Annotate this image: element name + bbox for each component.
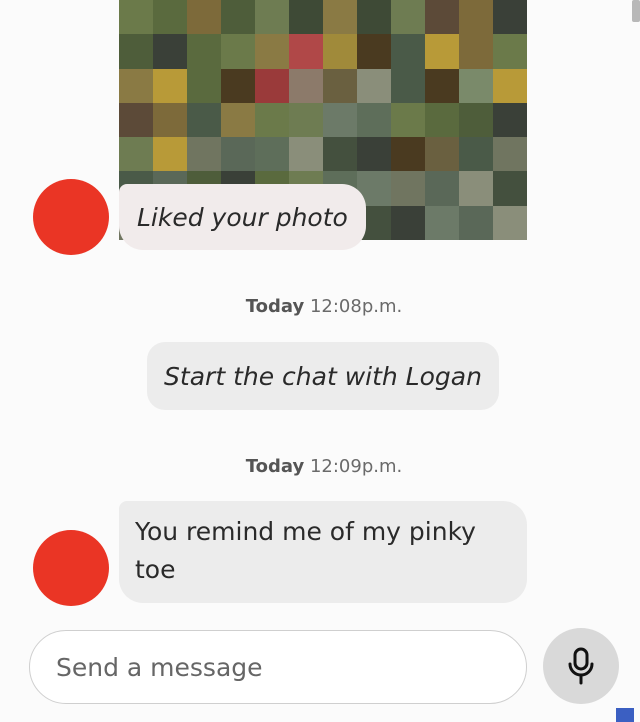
photo-pixel xyxy=(255,0,289,35)
photo-pixel xyxy=(357,34,391,69)
photo-pixel xyxy=(493,171,527,206)
photo-pixel xyxy=(391,0,425,35)
photo-pixel xyxy=(357,0,391,35)
timestamp: Today 12:08p.m. xyxy=(0,296,640,317)
message-composer xyxy=(29,630,527,704)
photo-pixel xyxy=(459,34,493,69)
corner-badge xyxy=(616,708,634,722)
photo-pixel xyxy=(255,137,289,172)
timestamp-day: Today xyxy=(245,456,305,477)
timestamp-time: 12:09p.m. xyxy=(309,456,403,477)
photo-pixel xyxy=(255,34,289,69)
photo-pixel xyxy=(323,102,357,138)
photo-pixel xyxy=(153,0,187,35)
photo-pixel xyxy=(187,34,221,69)
photo-pixel xyxy=(357,68,391,103)
photo-pixel xyxy=(425,102,459,138)
photo-pixel xyxy=(357,137,391,172)
photo-pixel xyxy=(221,102,255,138)
photo-pixel xyxy=(221,34,255,69)
photo-pixel xyxy=(425,137,459,172)
photo-pixel xyxy=(119,34,153,69)
avatar[interactable] xyxy=(33,179,109,255)
photo-pixel xyxy=(119,68,153,103)
photo-pixel xyxy=(323,34,357,69)
photo-pixel xyxy=(493,102,527,138)
photo-pixel xyxy=(391,205,425,240)
message-text-line: toe xyxy=(135,555,176,584)
photo-pixel xyxy=(391,102,425,138)
photo-pixel xyxy=(153,68,187,103)
photo-pixel xyxy=(425,0,459,35)
scroll-edge-indicator xyxy=(632,0,640,22)
photo-pixel xyxy=(459,171,493,206)
photo-pixel xyxy=(255,68,289,103)
avatar[interactable] xyxy=(33,530,109,606)
photo-pixel xyxy=(459,102,493,138)
system-message-text: Start the chat with Logan xyxy=(164,361,482,391)
photo-pixel xyxy=(323,0,357,35)
liked-photo-text: Liked your photo xyxy=(137,202,348,232)
photo-pixel xyxy=(323,137,357,172)
photo-pixel xyxy=(153,137,187,172)
microphone-icon xyxy=(568,647,594,685)
photo-pixel xyxy=(459,68,493,103)
timestamp-time: 12:08p.m. xyxy=(309,296,403,317)
photo-pixel xyxy=(493,0,527,35)
photo-pixel xyxy=(153,34,187,69)
voice-message-button[interactable] xyxy=(543,628,619,704)
photo-pixel xyxy=(289,0,323,35)
photo-pixel xyxy=(221,0,255,35)
photo-pixel xyxy=(391,34,425,69)
photo-pixel xyxy=(493,205,527,240)
photo-pixel xyxy=(493,137,527,172)
photo-pixel xyxy=(221,68,255,103)
chat-screen: Liked your photo Today 12:08p.m. Start t… xyxy=(0,0,640,722)
photo-pixel xyxy=(357,102,391,138)
photo-pixel xyxy=(255,102,289,138)
photo-pixel xyxy=(289,137,323,172)
message-text-line: You remind me of my pinky xyxy=(135,517,476,546)
photo-pixel xyxy=(289,102,323,138)
message-bubble: You remind me of my pinky toe xyxy=(119,501,527,603)
photo-pixel xyxy=(459,137,493,172)
timestamp: Today 12:09p.m. xyxy=(0,456,640,477)
photo-pixel xyxy=(459,205,493,240)
photo-pixel xyxy=(221,137,255,172)
photo-pixel xyxy=(187,102,221,138)
photo-pixel xyxy=(493,68,527,103)
photo-pixel xyxy=(119,102,153,138)
photo-pixel xyxy=(187,68,221,103)
timestamp-day: Today xyxy=(245,296,305,317)
photo-pixel xyxy=(391,68,425,103)
photo-pixel xyxy=(119,137,153,172)
photo-pixel xyxy=(459,0,493,35)
photo-pixel xyxy=(289,68,323,103)
photo-pixel xyxy=(323,68,357,103)
photo-pixel xyxy=(425,68,459,103)
photo-pixel xyxy=(493,34,527,69)
photo-pixel xyxy=(425,205,459,240)
photo-pixel xyxy=(187,137,221,172)
photo-pixel xyxy=(391,137,425,172)
liked-photo-bubble: Liked your photo xyxy=(119,184,366,250)
system-message: Start the chat with Logan xyxy=(147,342,499,410)
photo-pixel xyxy=(425,34,459,69)
photo-pixel xyxy=(153,102,187,138)
message-input[interactable] xyxy=(54,651,526,683)
photo-pixel xyxy=(391,171,425,206)
photo-pixel xyxy=(425,171,459,206)
photo-pixel xyxy=(187,0,221,35)
photo-pixel xyxy=(119,0,153,35)
photo-pixel xyxy=(289,34,323,69)
